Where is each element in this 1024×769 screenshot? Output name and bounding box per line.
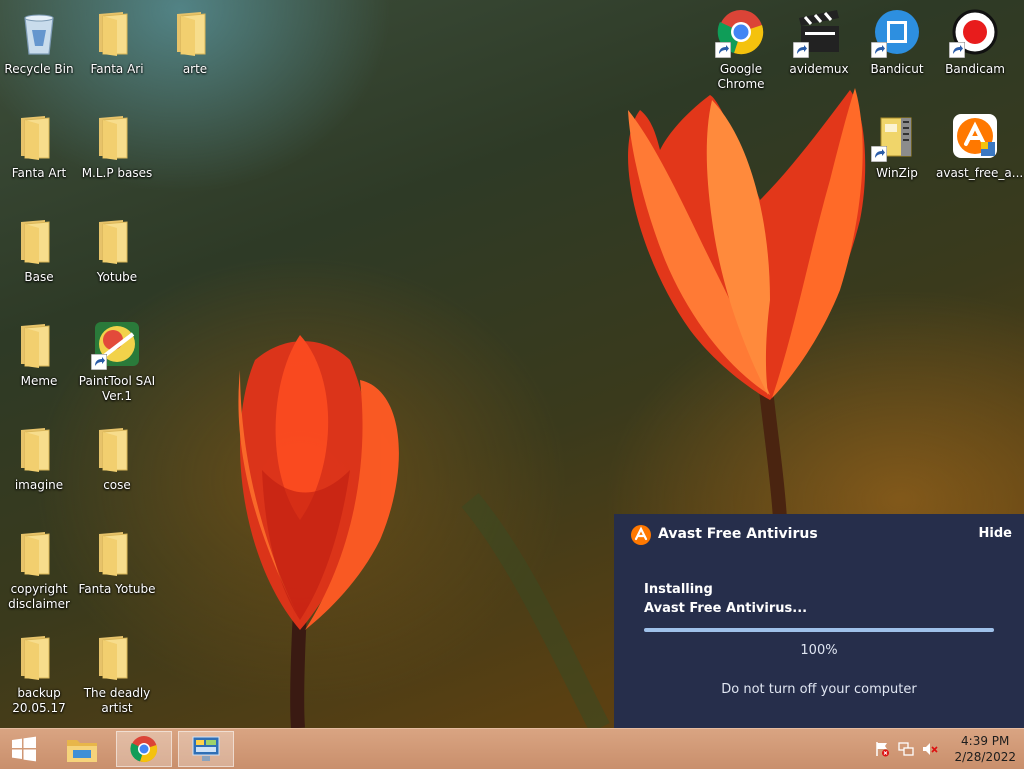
desktop-icon-label: copyright disclaimer	[8, 582, 70, 611]
folder-icon	[93, 424, 141, 472]
desktop-icon-arte[interactable]: arte	[156, 8, 234, 77]
avidemux-icon	[793, 8, 843, 58]
shutdown-warning: Do not turn off your computer	[721, 682, 917, 697]
desktop-icon-label: The deadly artist	[83, 686, 151, 715]
desktop-icon-label: M.L.P bases	[81, 166, 153, 180]
folder-icon	[93, 528, 141, 576]
bandicam-icon	[949, 8, 999, 58]
desktop-icon-label: backup 20.05.17	[12, 686, 66, 715]
install-status-line2: Avast Free Antivirus...	[644, 601, 808, 616]
desktop-icon-fanta-yotube[interactable]: Fanta Yotube	[78, 528, 156, 597]
taskbar: 4:39 PM 2/28/2022	[0, 728, 1024, 769]
desktop-icon-bandicam[interactable]: Bandicam	[936, 8, 1014, 77]
folder-icon	[15, 632, 63, 680]
folder-icon	[171, 8, 219, 56]
clock-time: 4:39 PM	[961, 734, 1010, 748]
avast-icon	[951, 112, 999, 160]
folder-icon	[15, 320, 63, 368]
hide-button[interactable]: Hide	[979, 526, 1012, 541]
install-status-line1: Installing	[644, 582, 713, 597]
desktop-icon-avidemux[interactable]: avidemux	[780, 8, 858, 77]
desktop-icon-label: Bandicut	[870, 62, 924, 76]
desktop-icon-bandicut[interactable]: Bandicut	[858, 8, 936, 77]
desktop-icon-label: avidemux	[789, 62, 849, 76]
desktop-icon-copyright[interactable]: copyright disclaimer	[0, 528, 78, 612]
install-progress-bar	[644, 628, 994, 632]
folder-icon	[15, 112, 63, 160]
desktop-icon-imagine[interactable]: imagine	[0, 424, 78, 493]
desktop-icon-label: imagine	[14, 478, 64, 492]
avast-install-notification: Avast Free Antivirus Hide Installing Ava…	[614, 514, 1024, 728]
folder-icon	[15, 216, 63, 264]
start-button[interactable]	[0, 731, 48, 767]
system-clock[interactable]: 4:39 PM 2/28/2022	[954, 733, 1016, 765]
desktop-icon-label: Base	[24, 270, 54, 284]
desktop-icon-paintool[interactable]: PaintTool SAI Ver.1	[78, 320, 156, 404]
desktop-icon-label: Yotube	[96, 270, 138, 284]
desktop-icon-winzip[interactable]: WinZip	[858, 112, 936, 181]
desktop-icon-yotube[interactable]: Yotube	[78, 216, 156, 285]
desktop-icon-label: avast_free_a...	[936, 166, 1024, 180]
desktop-icon-label: Fanta Ari	[90, 62, 144, 76]
install-progress-fill	[644, 628, 994, 632]
volume-muted-icon[interactable]	[922, 741, 938, 757]
control-panel-icon	[192, 736, 220, 761]
notification-title: Avast Free Antivirus	[658, 526, 818, 542]
folder-icon	[15, 528, 63, 576]
bandicut-icon	[871, 8, 921, 58]
desktop-icon-mlp[interactable]: M.L.P bases	[78, 112, 156, 181]
desktop-icon-label: Fanta Yotube	[78, 582, 156, 596]
paintool-icon	[91, 320, 141, 370]
desktop-icon-cose[interactable]: cose	[78, 424, 156, 493]
desktop-icon-backup[interactable]: backup 20.05.17	[0, 632, 78, 716]
folder-icon	[15, 424, 63, 472]
desktop-icon-label: Google Chrome	[717, 62, 765, 91]
winzip-icon	[871, 112, 921, 162]
chrome-icon	[130, 736, 158, 763]
chrome-icon	[715, 8, 765, 58]
desktop-icon-meme[interactable]: Meme	[0, 320, 78, 389]
desktop-icon-fanta-art[interactable]: Fanta Art	[0, 112, 78, 181]
folder-icon	[93, 8, 141, 56]
desktop-icon-label: Fanta Art	[11, 166, 67, 180]
desktop-icon-chrome[interactable]: Google Chrome	[702, 8, 780, 92]
desktop-icon-label: WinZip	[876, 166, 918, 180]
network-icon[interactable]	[898, 741, 914, 757]
desktop-icon-label: Bandicam	[945, 62, 1005, 76]
desktop-icon-base[interactable]: Base	[0, 216, 78, 285]
desktop-icon-deadly[interactable]: The deadly artist	[78, 632, 156, 716]
clock-date: 2/28/2022	[954, 750, 1016, 764]
recycle-bin-icon	[15, 8, 63, 56]
action-center-flag-icon[interactable]	[874, 741, 890, 757]
taskbar-file-explorer[interactable]	[54, 731, 110, 767]
desktop-icon-label: Recycle Bin	[4, 62, 74, 76]
desktop-icon-label: arte	[182, 62, 208, 76]
taskbar-control-panel[interactable]	[178, 731, 234, 767]
desktop-icon-avast-setup[interactable]: avast_free_a...	[936, 112, 1024, 181]
windows-logo-icon	[12, 736, 36, 762]
folder-icon	[93, 112, 141, 160]
progress-percent: 100%	[800, 643, 838, 658]
file-explorer-icon	[67, 740, 97, 762]
folder-icon	[93, 216, 141, 264]
desktop-icon-label: PaintTool SAI Ver.1	[78, 374, 156, 403]
desktop-icon-label: cose	[103, 478, 131, 492]
desktop-icon-label: Meme	[20, 374, 58, 388]
avast-logo-icon	[631, 525, 651, 545]
desktop-icon-recycle[interactable]: Recycle Bin	[0, 8, 78, 77]
desktop-icon-fanta-ari[interactable]: Fanta Ari	[78, 8, 156, 77]
folder-icon	[93, 632, 141, 680]
taskbar-chrome[interactable]	[116, 731, 172, 767]
